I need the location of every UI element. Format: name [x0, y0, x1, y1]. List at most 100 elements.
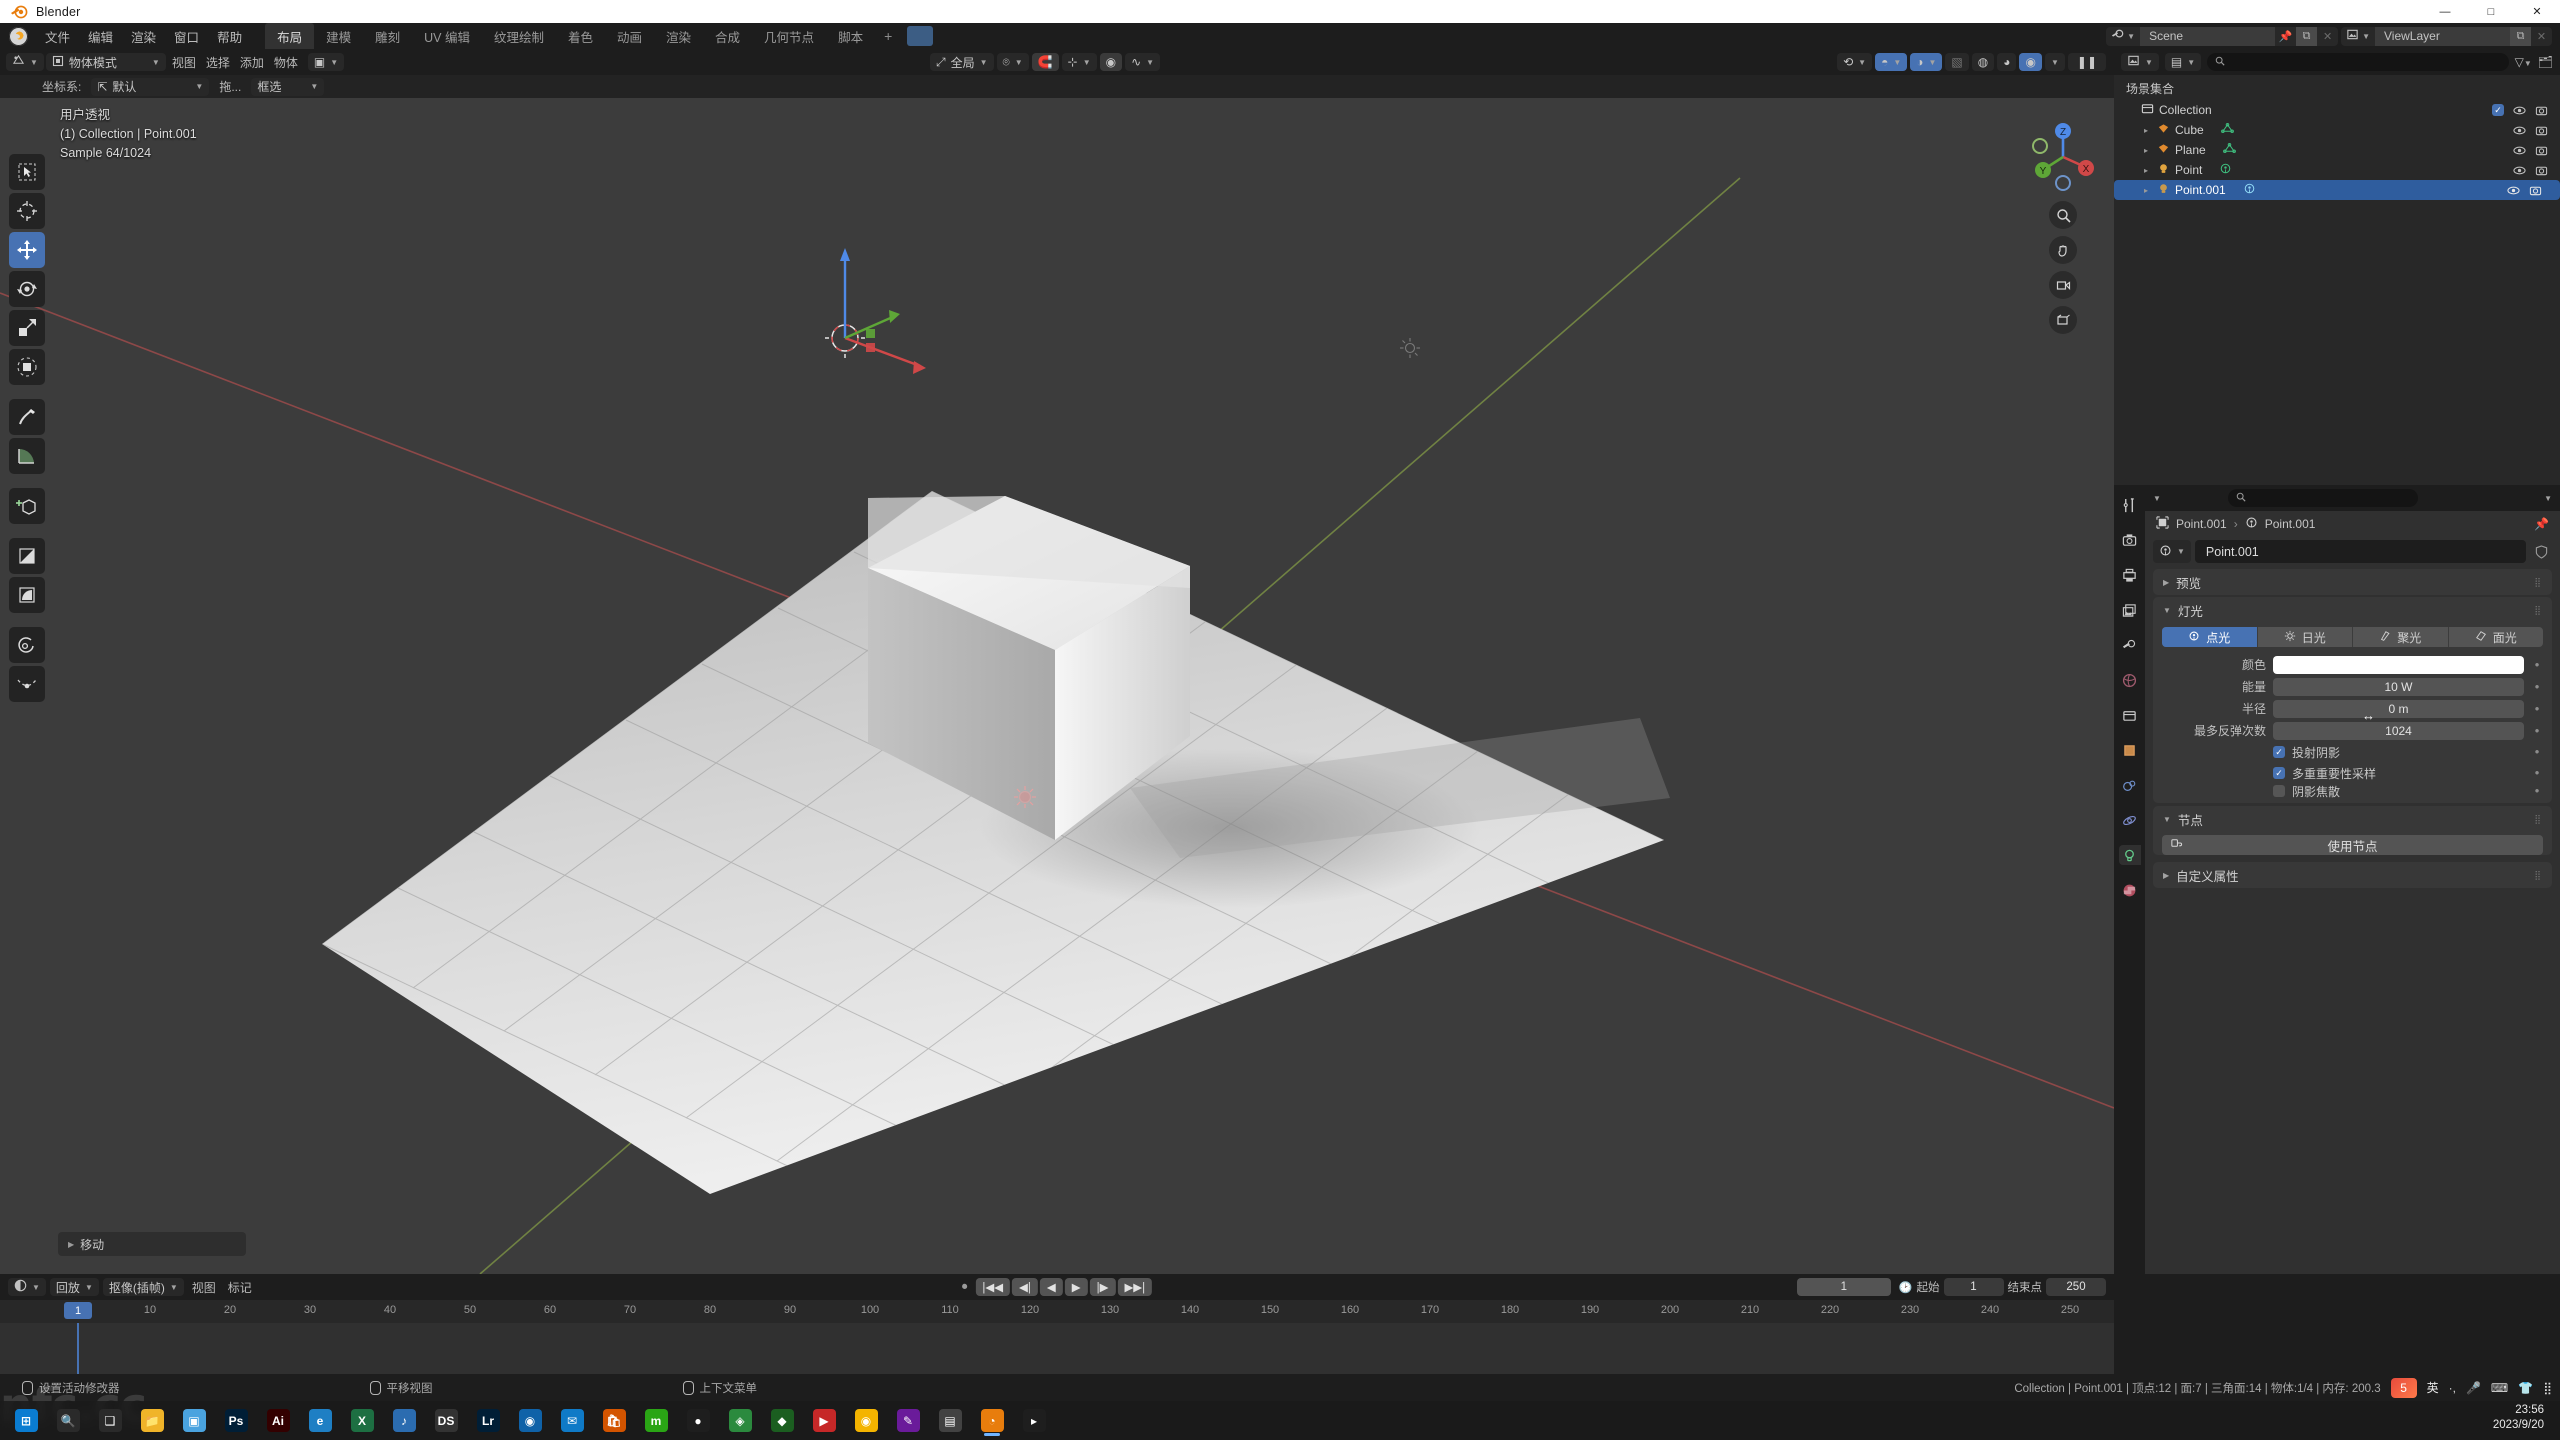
window-minimize-button[interactable]: —	[2422, 0, 2468, 23]
shear-tool-button[interactable]	[9, 538, 45, 574]
spin-tool-button[interactable]	[9, 627, 45, 663]
viewlayer-tab[interactable]	[2119, 600, 2141, 620]
mesh-data-icon[interactable]	[2220, 122, 2234, 138]
outliner-editor-type[interactable]: ▼	[2121, 53, 2159, 71]
disclosure-triangle[interactable]: ▸	[2140, 186, 2152, 195]
explorer-app[interactable]: 📁	[132, 1403, 172, 1438]
start-button[interactable]: ⊞	[6, 1403, 46, 1438]
pivot-point-selector[interactable]: ⌾ ▼	[996, 53, 1029, 71]
max-bounces-field[interactable]: 1024	[2273, 721, 2524, 740]
light-type-spot[interactable]: 聚光	[2353, 627, 2449, 647]
panel-nodes[interactable]: ▼ 节点 ⣿ 使用节点	[2153, 806, 2552, 855]
workspace-tab-scripting[interactable]: 脚本	[826, 23, 875, 50]
show-overlays-toggle[interactable]: ◓ ▼	[1875, 53, 1908, 71]
data-tab[interactable]	[2118, 845, 2141, 865]
animate-property-dot[interactable]: •	[2531, 680, 2543, 693]
pin-icon[interactable]: 📌	[2275, 27, 2296, 46]
scale-tool-button[interactable]	[9, 310, 45, 346]
transform-tool-button[interactable]	[9, 349, 45, 385]
outliner-row-point-001[interactable]: ▸ Point.001	[2114, 180, 2560, 200]
shading-wireframe-button[interactable]: ▧	[1945, 53, 1969, 71]
operator-redo-panel[interactable]: ▶ 移动	[58, 1232, 246, 1256]
hide-in-viewport-icon[interactable]	[2507, 184, 2520, 197]
measure-tool-button[interactable]	[9, 438, 45, 474]
workspace-tab-uv-editing[interactable]: UV 编辑	[412, 23, 482, 50]
tool-tab[interactable]	[2119, 495, 2141, 515]
snap-toggle[interactable]: 🧲	[1031, 53, 1059, 71]
mail-app[interactable]: ✉	[552, 1403, 592, 1438]
collection-tab[interactable]	[2119, 705, 2141, 725]
light-data-browse-button[interactable]: ▼	[2153, 540, 2191, 563]
light-color-swatch[interactable]	[2273, 655, 2524, 674]
unlink-scene-icon[interactable]: ✕	[2317, 27, 2338, 46]
panel-light-header[interactable]: ▼ 灯光 ⣿	[2153, 597, 2552, 623]
new-collection-icon[interactable]: 🗂	[2538, 55, 2553, 69]
pan-hand-icon[interactable]	[2049, 236, 2077, 264]
output-tab[interactable]	[2119, 565, 2141, 585]
breadcrumb-data[interactable]: Point.001	[2265, 517, 2316, 531]
transform-orientation-selector[interactable]: ⤢ 全局 ▼	[930, 53, 994, 71]
scene-tab[interactable]	[2119, 635, 2141, 655]
disable-in-renders-icon[interactable]	[2529, 184, 2542, 197]
properties-body[interactable]: ▼ ▼ Point.001 › Point.001 📌 ▼ Point.001 …	[2145, 485, 2560, 1274]
ime-language-indicator[interactable]: 英	[2427, 1379, 2439, 1396]
move-tool-button[interactable]	[9, 232, 45, 268]
tool-orientation-selector[interactable]: ⇱ 默认 ▼	[91, 77, 210, 96]
animate-property-dot[interactable]: •	[2531, 745, 2543, 758]
menu-view[interactable]: 视图	[168, 54, 200, 71]
window-maximize-button[interactable]: □	[2468, 0, 2514, 23]
use-nodes-button[interactable]: 使用节点	[2162, 835, 2543, 855]
edge-app[interactable]: e	[300, 1403, 340, 1438]
outliner-editor[interactable]: ▼ ▤ ▼ ▽▼ 🗂 场景集合 Collection ✓ ▸ Cube ▸ Pl…	[2114, 49, 2560, 485]
taskbar-clock[interactable]: 23:56 2023/9/20	[2493, 1403, 2560, 1433]
play-reverse-button[interactable]: ◀	[1039, 1278, 1063, 1296]
workspace-tab-texture-paint[interactable]: 纹理绘制	[482, 23, 556, 50]
workspace-tab-animation[interactable]: 动画	[605, 23, 654, 50]
outliner-row-plane[interactable]: ▸ Plane	[2114, 140, 2560, 160]
animate-property-dot[interactable]: •	[2531, 702, 2543, 715]
panel-preview[interactable]: ▶ 预览 ⣿	[2153, 569, 2552, 595]
light-data-icon[interactable]	[2243, 182, 2256, 198]
outliner-row-collection[interactable]: Collection ✓	[2114, 100, 2560, 120]
drag-action-selector[interactable]: 框选 ▼	[251, 77, 325, 96]
world-tab[interactable]	[2119, 670, 2141, 690]
disable-in-renders-icon[interactable]	[2535, 104, 2548, 117]
light-power-field[interactable]: 10 W	[2273, 677, 2524, 696]
annotate-tool-button[interactable]	[9, 399, 45, 435]
collection-checkbox[interactable]: ✓	[2492, 104, 2504, 116]
object-mode-selector[interactable]: 物体模式 ▼	[45, 53, 166, 71]
illustrator-app[interactable]: Ai	[258, 1403, 298, 1438]
tweak-tool-button[interactable]	[9, 154, 45, 190]
timeline-body[interactable]	[0, 1323, 2114, 1374]
menu-window[interactable]: 窗口	[165, 24, 208, 49]
ime-punctuation-icon[interactable]: ·,	[2449, 1381, 2456, 1395]
timeline-editor[interactable]: ▼ 回放 ▼ 抠像(插帧) ▼ 视图 标记 ⏺ |◀◀ ◀| ◀ ▶ |▶ ▶▶…	[0, 1274, 2114, 1374]
hide-in-viewport-icon[interactable]	[2513, 124, 2526, 137]
hide-in-viewport-icon[interactable]	[2513, 164, 2526, 177]
outliner-search-input[interactable]	[2207, 53, 2509, 71]
hide-in-viewport-icon[interactable]	[2513, 104, 2526, 117]
viewport-3d[interactable]: ▼ 物体模式 ▼ 视图 选择 添加 物体 ▣ ▼ ⤢ 全局 ▼ ⌾ ▼ 🧲 ⊹ …	[0, 49, 2114, 1274]
menu-edit[interactable]: 编辑	[79, 24, 122, 49]
workspace-tab-shading[interactable]: 着色	[556, 23, 605, 50]
scene-selector[interactable]: ▼ Scene 📌 ⧉ ✕	[2106, 26, 2339, 46]
window-close-button[interactable]: ✕	[2514, 0, 2560, 23]
menu-select[interactable]: 选择	[202, 54, 234, 71]
navigation-gizmo[interactable]: Z X Y	[2026, 120, 2100, 194]
light-type-area[interactable]: 面光	[2449, 627, 2544, 647]
taskview-button[interactable]: ❑	[90, 1403, 130, 1438]
animate-property-dot[interactable]: •	[2531, 658, 2543, 671]
workspace-tab-layout[interactable]: 布局	[265, 22, 315, 50]
chevron-down-icon[interactable]: ▼	[2544, 494, 2552, 503]
timeline-menu-view[interactable]: 视图	[188, 1279, 220, 1296]
new-viewlayer-icon[interactable]: ⧉	[2510, 26, 2531, 46]
menu-help[interactable]: 帮助	[208, 24, 251, 49]
fake-user-icon[interactable]	[2530, 540, 2552, 563]
timeline-ruler[interactable]: 1 10 20 30 40 50 60 70 80 90 100 110 120 130 140 150 160…	[0, 1300, 2114, 1323]
workspace-tab-compositing[interactable]: 合成	[703, 23, 752, 50]
ortho-persp-icon[interactable]	[2049, 306, 2077, 334]
ime-microphone-icon[interactable]: 🎤	[2466, 1381, 2481, 1395]
hide-in-viewport-icon[interactable]	[2513, 144, 2526, 157]
pin-icon[interactable]: 📌	[2534, 517, 2549, 531]
mesh-data-icon[interactable]	[2222, 142, 2236, 158]
